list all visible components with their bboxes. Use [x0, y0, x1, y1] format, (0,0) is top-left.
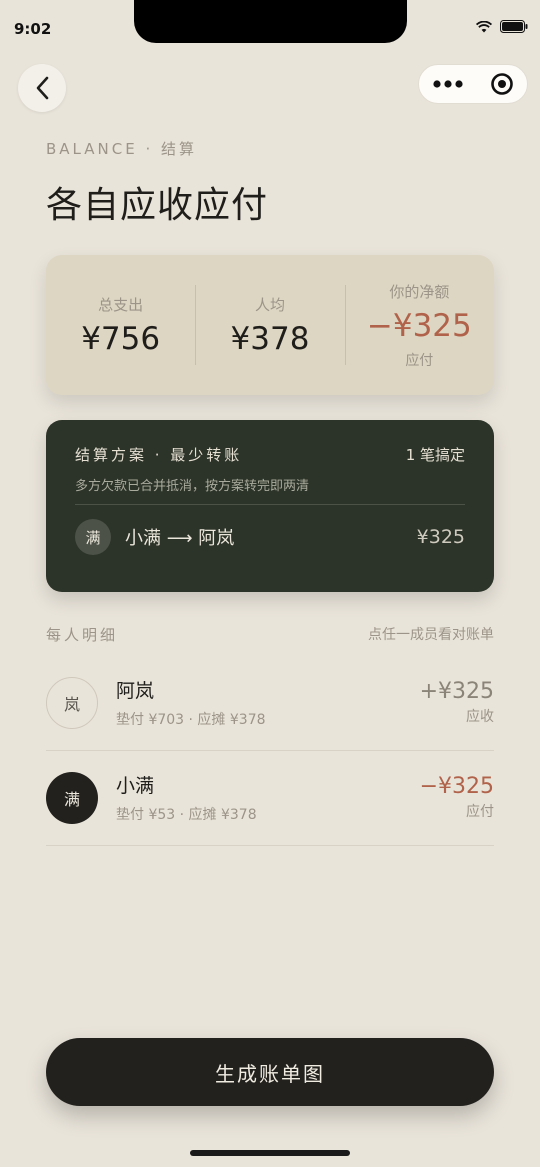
- member-status: 应付: [466, 804, 494, 820]
- settlement-title: 结算方案 · 最少转账: [75, 446, 243, 464]
- member-name: 阿岚: [116, 680, 155, 702]
- summary-card: 总支出 ¥756 人均 ¥378 你的净额 −¥325 应付: [46, 255, 494, 395]
- settlement-note: 多方欠款已合并抵消，按方案转完即两清: [75, 475, 465, 505]
- settlement-count: 1 笔搞定: [405, 446, 465, 464]
- transfer-row[interactable]: 满 小满 ⟶ 阿岚 ¥325: [75, 519, 465, 555]
- transfer-amount: ¥325: [416, 526, 465, 548]
- battery-icon: [500, 20, 528, 33]
- avg-label: 人均: [254, 295, 285, 314]
- back-button[interactable]: [18, 64, 66, 112]
- total-spend: 总支出 ¥756: [46, 255, 195, 395]
- member-detail: 垫付 ¥703 · 应摊 ¥378: [116, 712, 266, 728]
- net-amount: 你的净额 −¥325 应付: [344, 255, 494, 395]
- page-eyebrow: BALANCE · 结算: [46, 140, 197, 158]
- net-label: 你的净额: [389, 282, 450, 301]
- page-title: 各自应收应付: [46, 185, 269, 226]
- chevron-left-icon: [36, 76, 49, 100]
- more-icon[interactable]: [432, 79, 463, 89]
- avatar: 满: [75, 519, 111, 555]
- net-value: −¥325: [366, 307, 472, 344]
- transfer-text: 小满 ⟶ 阿岚: [125, 528, 235, 549]
- status-icons: [476, 20, 528, 33]
- total-label: 总支出: [98, 295, 144, 314]
- per-person: 人均 ¥378: [195, 255, 344, 395]
- status-time: 9:02: [14, 20, 52, 38]
- members-hint: 点任一成员看对账单: [368, 627, 494, 643]
- total-value: ¥756: [81, 320, 161, 357]
- avatar: 岚: [46, 676, 98, 729]
- member-name: 小满: [116, 775, 155, 797]
- home-indicator: [190, 1150, 350, 1156]
- member-amount: −¥325: [419, 774, 494, 799]
- mini-program-capsule: [418, 64, 528, 104]
- member-status: 应收: [466, 709, 494, 725]
- settlement-card: 结算方案 · 最少转账 1 笔搞定 多方欠款已合并抵消，按方案转完即两清 满 小…: [46, 420, 494, 592]
- device-notch: [134, 0, 407, 43]
- member-amount: +¥325: [419, 679, 494, 704]
- generate-bill-button[interactable]: 生成账单图: [46, 1038, 494, 1106]
- wifi-icon: [476, 20, 492, 32]
- member-detail: 垫付 ¥53 · 应摊 ¥378: [116, 807, 257, 823]
- member-row[interactable]: 岚 阿岚 垫付 ¥703 · 应摊 ¥378 +¥325 应收: [46, 655, 494, 751]
- net-status: 应付: [405, 352, 434, 369]
- avatar: 满: [46, 771, 98, 824]
- members-title: 每人明细: [46, 626, 119, 644]
- members-header: 每人明细 点任一成员看对账单: [46, 624, 494, 645]
- close-target-icon[interactable]: [490, 72, 514, 96]
- member-row[interactable]: 满 小满 垫付 ¥53 · 应摊 ¥378 −¥325 应付: [46, 750, 494, 846]
- avg-value: ¥378: [230, 320, 310, 357]
